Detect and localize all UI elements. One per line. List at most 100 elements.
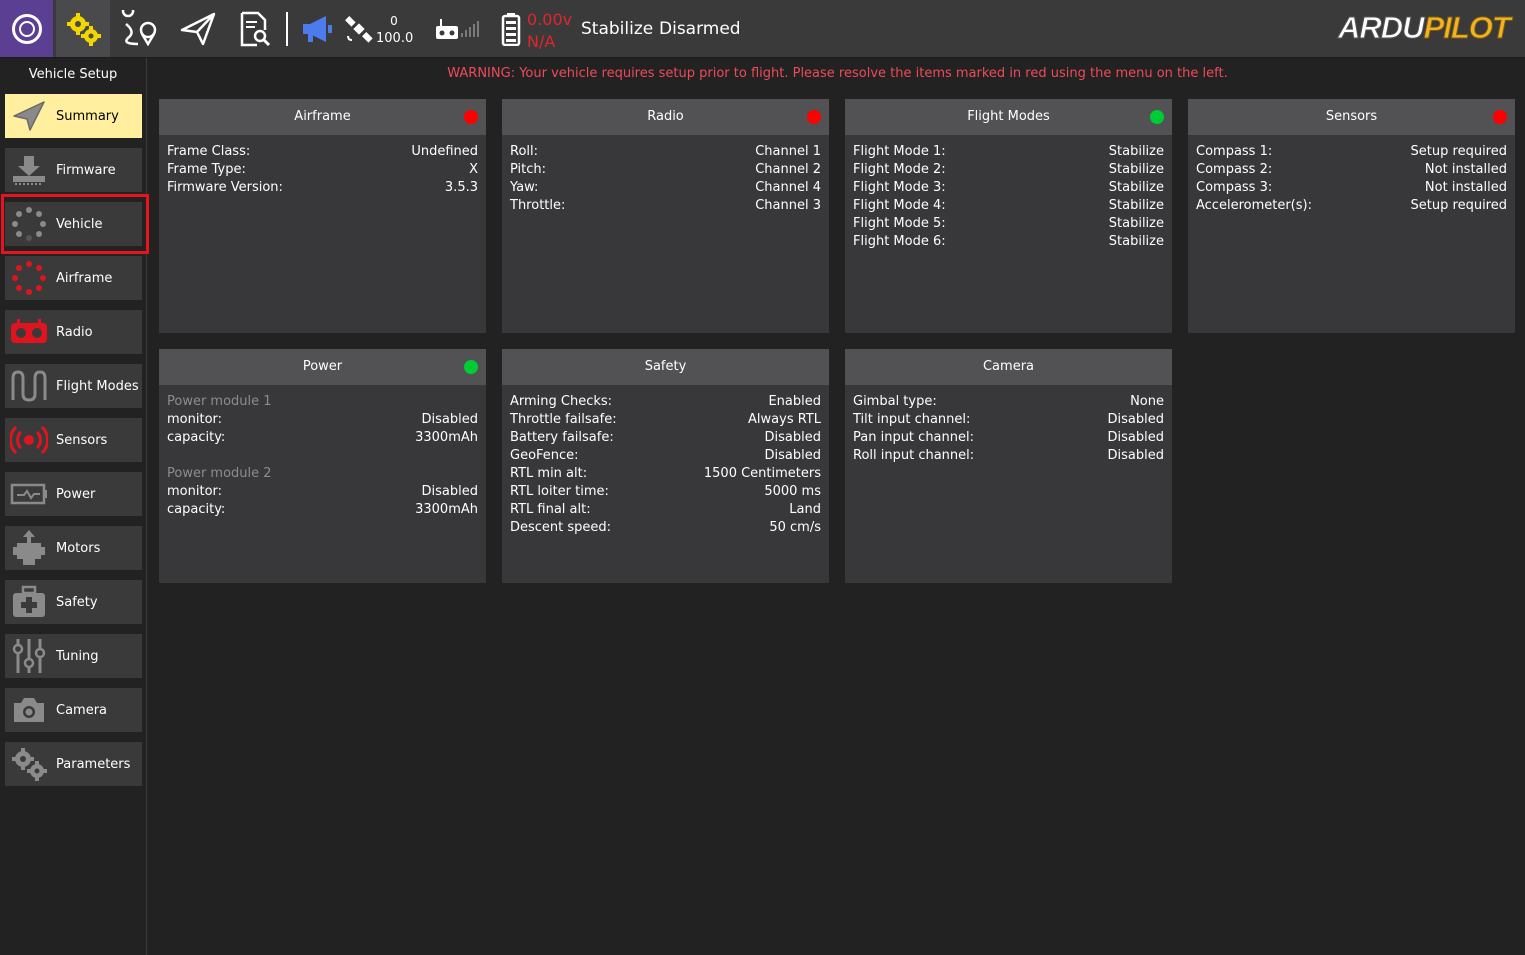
summary-card-safety[interactable]: Safety Arming Checks: Enabled Throttle fa… [502, 349, 829, 583]
row-label: Compass 1: [1196, 144, 1273, 159]
messages-indicator[interactable] [298, 0, 336, 57]
info-row: Throttle failsafe: Always RTL [510, 411, 821, 429]
row-value: Not installed [1424, 162, 1507, 177]
info-row: Pan input channel: Disabled [853, 429, 1164, 447]
row-value: 3.5.3 [444, 180, 478, 195]
fly-view-button[interactable] [176, 0, 220, 57]
card-header[interactable]: Safety [502, 349, 829, 385]
top-toolbar: 0 100.0 0.00v N/A Stabilize Disarmed ARD… [0, 0, 1525, 58]
card-title: Sensors [1325, 109, 1378, 124]
row-label: capacity: [167, 430, 226, 445]
row-label: Roll input channel: [853, 448, 975, 463]
card-header[interactable]: Camera [845, 349, 1172, 385]
info-row: Flight Mode 1: Stabilize [853, 143, 1164, 161]
row-label: Battery failsafe: [510, 430, 614, 445]
sidebar-item-label: Summary [56, 108, 119, 124]
sidebar-item-motors[interactable]: Motors [5, 526, 142, 570]
battery-icon [501, 12, 521, 46]
rc-rssi-indicator[interactable] [428, 0, 486, 57]
megaphone-icon [303, 15, 332, 42]
info-row: Yaw: Channel 4 [510, 179, 821, 197]
gps-indicator[interactable] [342, 0, 376, 57]
hdop-value: 100.0 [376, 31, 414, 46]
arm-status[interactable]: Disarmed [659, 19, 741, 39]
flight-mode-selector[interactable]: Stabilize [581, 19, 653, 39]
battery-icon [10, 483, 47, 505]
summary-card-sensors[interactable]: Sensors Compass 1: Setup required Compass… [1188, 99, 1515, 333]
card-header[interactable]: Flight Modes [845, 99, 1172, 135]
plan-view-button[interactable] [118, 0, 160, 57]
sidebar-item-power[interactable]: Power [5, 472, 142, 516]
battery-remaining: N/A [527, 32, 556, 51]
gears-icon [12, 748, 47, 781]
sidebar-item-radio[interactable]: Radio [5, 310, 142, 354]
route-pin-icon [121, 9, 157, 46]
power-module-heading: Power module 2 [167, 466, 272, 481]
row-value: Setup required [1410, 198, 1507, 213]
sidebar-item-sensors[interactable]: Sensors [5, 418, 142, 462]
card-header[interactable]: Power [159, 349, 486, 385]
paper-plane-icon [13, 101, 45, 131]
satellite-count: 0 [390, 14, 398, 28]
row-label: GeoFence: [510, 448, 579, 463]
document-search-icon [240, 11, 271, 46]
sidebar-item-safety[interactable]: Safety [5, 580, 142, 624]
card-title: Radio [647, 109, 684, 124]
vehicle-setup-button[interactable] [56, 0, 110, 57]
paper-plane-icon [180, 12, 216, 45]
info-row: Arming Checks: Enabled [510, 393, 821, 411]
sidebar-item-airframe[interactable]: Airframe [5, 256, 142, 300]
card-header[interactable]: Sensors [1188, 99, 1515, 135]
download-icon [13, 156, 45, 185]
info-row: Compass 2: Not installed [1196, 161, 1507, 179]
row-value: Setup required [1410, 144, 1507, 159]
row-label: monitor: [167, 484, 223, 499]
motor-icon [13, 530, 45, 565]
toolbar-separator [286, 12, 288, 46]
airframe-icon [12, 261, 46, 295]
sidebar-item-label: Safety [56, 594, 98, 610]
row-value: Stabilize [1108, 216, 1164, 231]
summary-card-power[interactable]: Power Power module 1 monitor: Disabled ca… [159, 349, 486, 583]
row-value: Channel 2 [755, 162, 821, 177]
radio-icon [11, 319, 47, 343]
app-menu-button[interactable] [0, 0, 53, 57]
row-value: Land [789, 502, 821, 517]
brand-part1: ARDU [1338, 10, 1426, 46]
sidebar-item-summary[interactable]: Summary [5, 94, 142, 138]
summary-card-camera[interactable]: Camera Gimbal type: None Tilt input chann… [845, 349, 1172, 583]
status-indicator [1150, 110, 1164, 124]
sidebar-item-label: Motors [56, 540, 101, 556]
sidebar-item-label: Vehicle [56, 216, 103, 232]
signal-bars-icon [461, 20, 479, 37]
battery-indicator[interactable] [498, 0, 524, 57]
card-title: Safety [644, 359, 687, 374]
sidebar-item-camera[interactable]: Camera [5, 688, 142, 732]
status-indicator [807, 110, 821, 124]
row-value: Stabilize [1108, 162, 1164, 177]
summary-card-radio[interactable]: Radio Roll: Channel 1 Pitch: Channel 2 Yaw… [502, 99, 829, 333]
card-header[interactable]: Airframe [159, 99, 486, 135]
sidebar-item-parameters[interactable]: Parameters [5, 742, 142, 786]
card-title: Camera [982, 359, 1035, 374]
summary-card-airframe[interactable]: Airframe Frame Class: Undefined Frame Typ… [159, 99, 486, 333]
sidebar-title: Vehicle Setup [28, 67, 118, 82]
info-row: RTL min alt: 1500 Centimeters [510, 465, 821, 483]
sidebar-item-vehicle[interactable]: Vehicle [5, 202, 142, 246]
card-header[interactable]: Radio [502, 99, 829, 135]
info-row: RTL loiter time: 5000 ms [510, 483, 821, 501]
row-value: Channel 3 [755, 198, 821, 213]
gears-icon [67, 12, 101, 46]
info-row: Accelerometer(s): Setup required [1196, 197, 1507, 215]
power-module-heading: Power module 1 [167, 394, 272, 409]
sidebar-item-label: Power [56, 486, 96, 502]
sidebar-item-flight-modes[interactable]: Flight Modes [5, 364, 142, 408]
summary-card-flight-modes[interactable]: Flight Modes Flight Mode 1: Stabilize Fli… [845, 99, 1172, 333]
row-value: Channel 1 [755, 144, 821, 159]
analyze-button[interactable] [232, 0, 276, 57]
row-label: Throttle failsafe: [510, 412, 617, 427]
sidebar-item-tuning[interactable]: Tuning [5, 634, 142, 678]
row-value: Enabled [768, 394, 821, 409]
sidebar-item-firmware[interactable]: Firmware [5, 148, 142, 192]
sensors-icon [10, 425, 48, 455]
